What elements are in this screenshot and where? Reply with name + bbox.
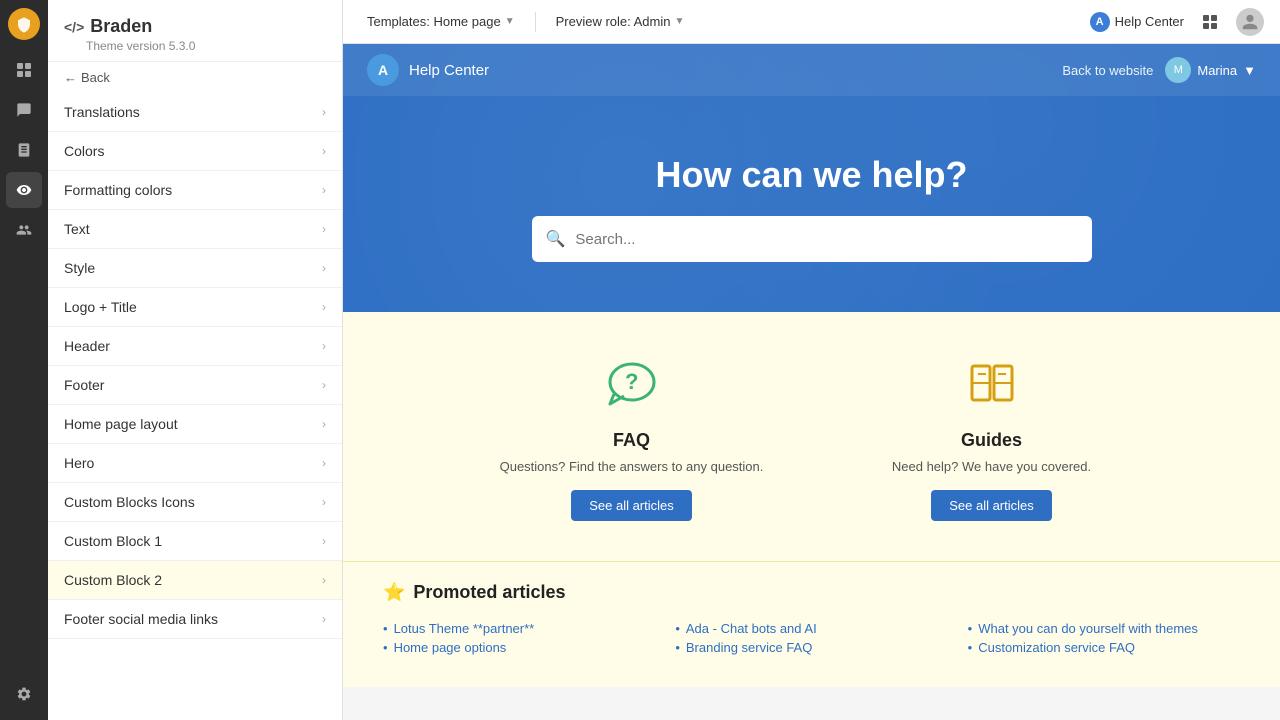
sidebar-item-logo-title[interactable]: Logo + Title › <box>48 288 342 327</box>
preview-role-dropdown[interactable]: Preview role: Admin ▼ <box>548 10 693 33</box>
sidebar-item-custom-blocks-icons[interactable]: Custom Blocks Icons › <box>48 483 342 522</box>
sidebar-item-formatting-colors[interactable]: Formatting colors › <box>48 171 342 210</box>
search-bar[interactable]: 🔍 <box>532 216 1092 262</box>
promoted-col-2: Ada - Chat bots and AI Branding service … <box>675 619 947 657</box>
chevron-right-icon: › <box>322 612 326 626</box>
grid-view-icon[interactable] <box>1196 8 1224 36</box>
chevron-right-icon: › <box>322 534 326 548</box>
promoted-grid: Lotus Theme **partner** Home page option… <box>383 619 1240 657</box>
topbar-divider <box>535 12 536 32</box>
sidebar-item-style[interactable]: Style › <box>48 249 342 288</box>
chevron-right-icon: › <box>322 183 326 197</box>
main-area: Templates: Home page ▼ Preview role: Adm… <box>343 0 1280 720</box>
sidebar-item-custom-block-1[interactable]: Custom Block 1 › <box>48 522 342 561</box>
search-input[interactable] <box>575 231 1077 248</box>
hero-content: How can we help? 🔍 <box>363 104 1260 262</box>
promoted-col-1: Lotus Theme **partner** Home page option… <box>383 619 655 657</box>
category-faq: ? FAQ Questions? Find the answers to any… <box>472 352 792 521</box>
hero-nav: A Help Center Back to website M Marina ▼ <box>343 44 1280 96</box>
user-dropdown[interactable]: M Marina ▼ <box>1165 57 1256 83</box>
dropdown-caret-icon: ▼ <box>1243 63 1256 78</box>
sidebar: </> Braden Theme version 5.3.0 ← Back Tr… <box>48 0 343 720</box>
chevron-right-icon: › <box>322 339 326 353</box>
sidebar-item-footer[interactable]: Footer › <box>48 366 342 405</box>
nav-book-icon[interactable] <box>6 132 42 168</box>
app-logo[interactable] <box>8 8 40 40</box>
faq-desc: Questions? Find the answers to any quest… <box>472 459 792 474</box>
site-logo-area: A Help Center <box>367 54 489 86</box>
back-link[interactable]: ← Back <box>48 62 342 93</box>
sidebar-header: </> Braden Theme version 5.3.0 <box>48 0 342 62</box>
chevron-right-icon: › <box>322 417 326 431</box>
topbar-left: Templates: Home page ▼ Preview role: Adm… <box>359 10 1078 33</box>
chevron-right-icon: › <box>322 105 326 119</box>
list-item[interactable]: Ada - Chat bots and AI <box>675 619 947 638</box>
back-to-website-link[interactable]: Back to website <box>1062 63 1153 78</box>
user-avatar-preview: M <box>1165 57 1191 83</box>
chevron-right-icon: › <box>322 222 326 236</box>
site-logo: A <box>367 54 399 86</box>
topbar: Templates: Home page ▼ Preview role: Adm… <box>343 0 1280 44</box>
sidebar-item-home-page-layout[interactable]: Home page layout › <box>48 405 342 444</box>
help-center-link[interactable]: A Help Center <box>1090 12 1184 32</box>
dropdown-caret-icon: ▼ <box>505 16 515 27</box>
list-item[interactable]: Home page options <box>383 638 655 657</box>
sidebar-item-hero[interactable]: Hero › <box>48 444 342 483</box>
sidebar-item-translations[interactable]: Translations › <box>48 93 342 132</box>
list-item[interactable]: What you can do yourself with themes <box>968 619 1240 638</box>
icon-bar <box>0 0 48 720</box>
hero-section: A Help Center Back to website M Marina ▼ <box>343 44 1280 312</box>
chevron-right-icon: › <box>322 144 326 158</box>
faq-icon: ? <box>600 352 664 416</box>
theme-name: </> Braden <box>64 16 326 37</box>
list-item[interactable]: Customization service FAQ <box>968 638 1240 657</box>
guides-title: Guides <box>832 430 1152 451</box>
sidebar-item-text[interactable]: Text › <box>48 210 342 249</box>
sidebar-item-footer-social[interactable]: Footer social media links › <box>48 600 342 639</box>
dropdown-caret-icon: ▼ <box>674 16 684 27</box>
site-name: Help Center <box>409 62 489 79</box>
list-item[interactable]: Lotus Theme **partner** <box>383 619 655 638</box>
nav-eye-icon[interactable] <box>6 172 42 208</box>
faq-see-all-button[interactable]: See all articles <box>571 490 692 521</box>
sidebar-item-colors[interactable]: Colors › <box>48 132 342 171</box>
code-icon: </> <box>64 19 84 35</box>
chevron-right-icon: › <box>322 300 326 314</box>
theme-version: Theme version 5.3.0 <box>64 39 326 53</box>
help-icon: A <box>1090 12 1110 32</box>
nav-settings-icon[interactable] <box>6 676 42 712</box>
guides-see-all-button[interactable]: See all articles <box>931 490 1052 521</box>
search-icon: 🔍 <box>546 229 566 249</box>
faq-title: FAQ <box>472 430 792 451</box>
chevron-right-icon: › <box>322 573 326 587</box>
chevron-right-icon: › <box>322 495 326 509</box>
chevron-right-icon: › <box>322 456 326 470</box>
preview-area: A Help Center Back to website M Marina ▼ <box>343 44 1280 720</box>
promoted-col-3: What you can do yourself with themes Cus… <box>968 619 1240 657</box>
chevron-right-icon: › <box>322 378 326 392</box>
nav-grid-icon[interactable] <box>6 52 42 88</box>
hero-title: How can we help? <box>363 154 1260 196</box>
sidebar-menu: Translations › Colors › Formatting color… <box>48 93 342 720</box>
promoted-title: ⭐ Promoted articles <box>383 582 1240 603</box>
svg-text:?: ? <box>625 369 638 394</box>
category-guides: Guides Need help? We have you covered. S… <box>832 352 1152 521</box>
list-item[interactable]: Branding service FAQ <box>675 638 947 657</box>
sidebar-item-custom-block-2[interactable]: Custom Block 2 › <box>48 561 342 600</box>
user-avatar[interactable] <box>1236 8 1264 36</box>
categories-section: ? FAQ Questions? Find the answers to any… <box>343 312 1280 561</box>
promoted-section: ⭐ Promoted articles Lotus Theme **partne… <box>343 561 1280 687</box>
chevron-right-icon: › <box>322 261 326 275</box>
nav-chat-icon[interactable] <box>6 92 42 128</box>
templates-dropdown[interactable]: Templates: Home page ▼ <box>359 10 523 33</box>
nav-people-icon[interactable] <box>6 212 42 248</box>
star-icon: ⭐ <box>383 582 405 603</box>
back-arrow-icon: ← <box>64 70 77 85</box>
guides-desc: Need help? We have you covered. <box>832 459 1152 474</box>
topbar-right: A Help Center <box>1090 8 1264 36</box>
guides-icon <box>960 352 1024 416</box>
sidebar-item-header[interactable]: Header › <box>48 327 342 366</box>
nav-right: Back to website M Marina ▼ <box>1062 57 1256 83</box>
